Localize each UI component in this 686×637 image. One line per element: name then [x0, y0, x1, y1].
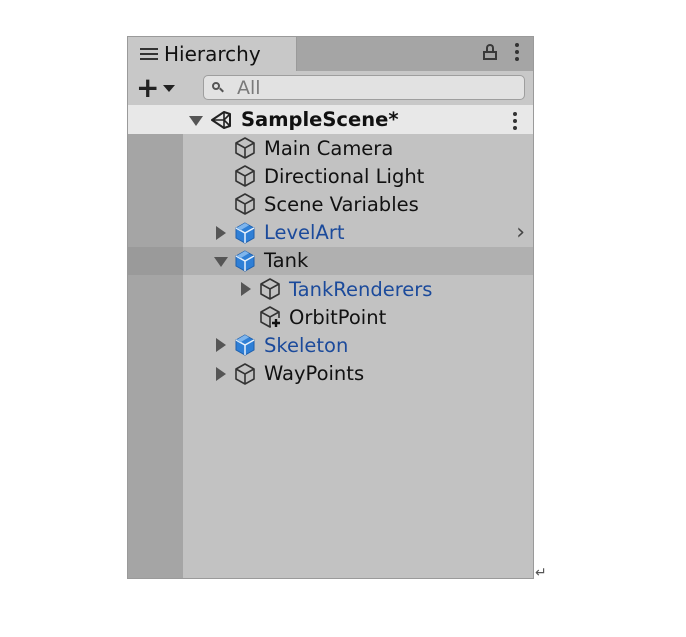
hierarchy-window: Hierarchy + SampleScene* Main Camera Dire… — [127, 36, 534, 579]
chevron-right-icon[interactable]: › — [516, 221, 525, 244]
fold-closed-icon[interactable] — [241, 282, 251, 296]
tab-bar: Hierarchy — [128, 37, 533, 71]
unity-logo-icon — [211, 111, 231, 129]
caret-down-icon — [163, 84, 176, 92]
cube-outline-icon — [235, 362, 255, 385]
tree-row[interactable]: WayPoints — [128, 360, 533, 388]
tree-row[interactable]: Tank — [128, 246, 533, 275]
tree-row[interactable]: Directional Light — [128, 162, 533, 190]
search-field[interactable] — [203, 75, 525, 100]
plus-icon: + — [136, 71, 160, 104]
fold-open-icon[interactable] — [214, 256, 228, 267]
tab-hierarchy[interactable]: Hierarchy — [128, 37, 297, 71]
hierarchy-toolbar: + — [128, 71, 533, 106]
kebab-menu-icon[interactable] — [515, 43, 519, 61]
tree-row[interactable]: TankRenderers — [128, 275, 533, 303]
tree-item-label: Main Camera — [264, 136, 394, 160]
fold-closed-icon[interactable] — [216, 366, 226, 381]
tree-item-label: OrbitPoint — [289, 305, 387, 329]
tab-title: Hierarchy — [164, 42, 261, 66]
tree-item-label: Tank — [264, 249, 309, 273]
search-icon — [212, 82, 224, 93]
fold-closed-icon[interactable] — [216, 338, 226, 353]
tree-item-label: TankRenderers — [289, 277, 433, 301]
cube-outline-icon — [235, 193, 255, 216]
tree-item-label: LevelArt — [264, 221, 345, 245]
prefab-cube-icon — [235, 222, 255, 244]
scene-name: SampleScene* — [241, 108, 399, 131]
tree-item-label: Scene Variables — [264, 192, 419, 216]
tree-row[interactable]: OrbitPoint — [128, 303, 533, 331]
scene-menu-icon[interactable] — [513, 112, 517, 130]
fold-open-icon[interactable] — [189, 116, 203, 126]
lock-icon[interactable] — [483, 44, 497, 60]
tree-item-label: Directional Light — [264, 164, 425, 188]
tree-item-label: Skeleton — [264, 333, 349, 357]
scene-row[interactable]: SampleScene* — [128, 105, 533, 134]
tree-item-label: WayPoints — [264, 362, 365, 386]
prefab-cube-icon — [235, 334, 255, 356]
return-mark-icon: ↵ — [535, 565, 547, 581]
tab-actions — [483, 43, 519, 61]
tree-row[interactable]: LevelArt › — [128, 219, 533, 247]
cube-outline-icon — [235, 165, 255, 187]
cube-outline-icon — [260, 278, 280, 300]
tree-row[interactable]: Main Camera — [128, 134, 533, 162]
tree-row[interactable]: Skeleton — [128, 331, 533, 359]
added-gameobject-icon — [260, 306, 281, 329]
add-object-button[interactable]: + — [136, 71, 176, 104]
search-input[interactable] — [237, 76, 487, 99]
list-icon — [140, 47, 158, 61]
cube-outline-icon — [235, 137, 255, 159]
prefab-cube-icon — [235, 250, 255, 272]
fold-closed-icon[interactable] — [216, 225, 226, 240]
tree-row[interactable]: Scene Variables — [128, 190, 533, 218]
